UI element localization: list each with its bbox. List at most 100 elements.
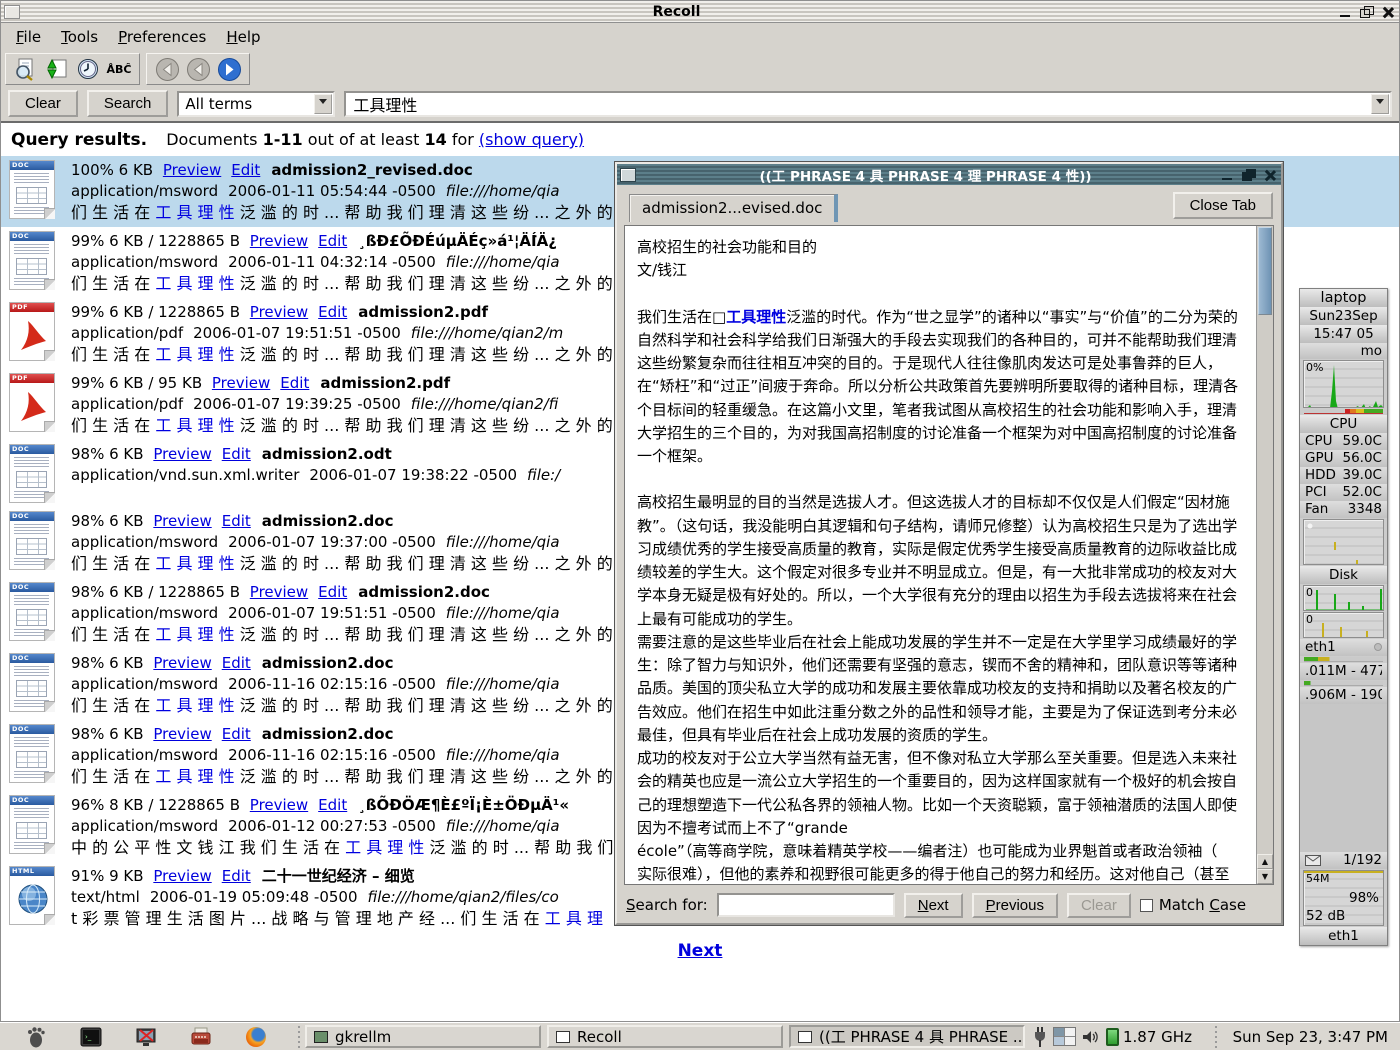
result-edit-link[interactable]: Edit — [222, 512, 251, 530]
toolbar-group-left: ÅBĈ — [5, 53, 140, 85]
history-clock-icon[interactable] — [75, 56, 101, 82]
result-preview-link[interactable]: Preview — [250, 583, 308, 601]
result-edit-link[interactable]: Edit — [231, 161, 260, 179]
power-plug-icon[interactable] — [1033, 1027, 1047, 1047]
find-previous-button[interactable]: Previous — [972, 893, 1058, 918]
preview-window-menu-icon[interactable] — [620, 168, 636, 182]
taskbar-clock[interactable]: Sun Sep 23, 3:47 PM — [1223, 1023, 1400, 1050]
result-preview-link[interactable]: Preview — [250, 796, 308, 814]
term-explorer-icon[interactable]: ÅBĈ — [106, 56, 132, 82]
result-edit-link[interactable]: Edit — [318, 583, 347, 601]
fan-chart — [1303, 519, 1384, 565]
window-task-icon — [556, 1031, 570, 1043]
gkrellm-date: Sun23Sep — [1300, 307, 1387, 325]
result-date: 2006-01-07 19:37:00 -0500 — [228, 533, 436, 551]
search-mode-value: All terms — [185, 95, 252, 113]
result-edit-link[interactable]: Edit — [222, 445, 251, 463]
next-page-icon[interactable] — [216, 56, 242, 82]
menu-tools[interactable]: Tools — [52, 25, 107, 49]
scroll-down-icon[interactable]: ▼ — [1257, 869, 1273, 884]
close-button[interactable] — [1380, 5, 1396, 19]
cpufreq-value: 1.87 GHz — [1123, 1028, 1192, 1046]
result-score: 98% 6 KB / 1228865 B — [71, 583, 245, 601]
first-page-icon[interactable] — [154, 56, 180, 82]
preview-maximize-button[interactable] — [1241, 168, 1257, 182]
sort-params-icon[interactable] — [44, 56, 70, 82]
temp-row: HDD39.0C — [1300, 467, 1387, 484]
clear-button[interactable]: Clear — [8, 90, 78, 117]
scroll-up-icon[interactable]: ▲ — [1257, 854, 1273, 869]
result-edit-link[interactable]: Edit — [222, 725, 251, 743]
preview-minimize-button[interactable] — [1220, 168, 1236, 182]
query-input[interactable]: 工具理性 — [344, 91, 1392, 117]
preview-titlebar[interactable]: ((工 PHRASE 4 具 PHRASE 4 理 PHRASE 4 性)) — [617, 164, 1281, 185]
volume-value: 52 dB — [1306, 908, 1345, 924]
search-mode-combobox[interactable]: All terms — [177, 91, 335, 117]
task-button-recoll[interactable]: Recoll — [547, 1025, 783, 1048]
menu-help[interactable]: Help — [217, 25, 269, 49]
result-preview-link[interactable]: Preview — [212, 374, 270, 392]
result-edit-link[interactable]: Edit — [222, 867, 251, 885]
result-url: file:///home/qia — [446, 253, 560, 271]
firefox-icon[interactable] — [244, 1025, 268, 1049]
preview-tabbar: admission2...evised.doc Close Tab — [617, 185, 1281, 222]
result-preview-link[interactable]: Preview — [250, 232, 308, 250]
cpufreq-icon[interactable] — [1106, 1028, 1119, 1046]
maximize-button[interactable] — [1359, 5, 1375, 19]
results-middle: out of at least — [308, 130, 420, 149]
combo-arrow-icon[interactable] — [314, 94, 332, 114]
next-page-link[interactable]: Next — [1, 941, 1399, 961]
result-edit-link[interactable]: Edit — [318, 232, 347, 250]
typewriter-icon[interactable] — [189, 1025, 213, 1049]
search-button[interactable]: Search — [87, 90, 169, 117]
result-preview-link[interactable]: Preview — [153, 654, 211, 672]
preview-tab[interactable]: admission2...evised.doc — [629, 194, 838, 222]
preview-close-button[interactable] — [1262, 168, 1278, 182]
task-button-gkrellm[interactable]: gkrellm — [305, 1025, 541, 1048]
match-case-checkbox[interactable] — [1140, 899, 1153, 912]
result-edit-link[interactable]: Edit — [222, 654, 251, 672]
result-score: 98% 6 KB — [71, 512, 148, 530]
menu-file[interactable]: File — [7, 25, 50, 49]
menu-preferences[interactable]: Preferences — [109, 25, 215, 49]
scrollbar-thumb[interactable] — [1258, 227, 1272, 315]
task-button-label: ((工 PHRASE 4 具 PHRASE ... — [819, 1026, 1025, 1047]
find-input[interactable] — [717, 893, 895, 917]
result-preview-link[interactable]: Preview — [153, 445, 211, 463]
result-preview-link[interactable]: Preview — [153, 867, 211, 885]
result-edit-link[interactable]: Edit — [318, 303, 347, 321]
result-url: file:///home/qia — [446, 604, 560, 622]
show-query-link[interactable]: (show query) — [479, 130, 584, 149]
result-edit-link[interactable]: Edit — [280, 374, 309, 392]
recoll-titlebar[interactable]: Recoll — [1, 1, 1399, 23]
result-edit-link[interactable]: Edit — [318, 796, 347, 814]
preview-scrollbar[interactable]: ▲ ▼ — [1256, 226, 1273, 884]
close-tab-button[interactable]: Close Tab — [1173, 192, 1273, 219]
result-preview-link[interactable]: Preview — [153, 512, 211, 530]
result-preview-link[interactable]: Preview — [153, 725, 211, 743]
match-case-option[interactable]: Match Case — [1140, 896, 1246, 914]
terminal-icon[interactable]: ›_ — [79, 1025, 103, 1049]
minimize-button[interactable] — [1338, 5, 1354, 19]
volume-icon[interactable] — [1082, 1029, 1100, 1045]
query-history-arrow-icon[interactable] — [1371, 94, 1389, 114]
result-preview-link[interactable]: Preview — [250, 303, 308, 321]
clock-handle[interactable] — [1213, 1026, 1220, 1048]
screenshot-icon[interactable] — [134, 1025, 158, 1049]
result-url: file:///home/qian2/m — [411, 324, 563, 342]
result-url: file:///home/qia — [446, 817, 560, 835]
find-clear-button[interactable]: Clear — [1067, 893, 1131, 918]
task-button-phrase4phrase[interactable]: ((工 PHRASE 4 具 PHRASE ... — [789, 1025, 1025, 1048]
result-date: 2006-11-16 02:15:16 -0500 — [228, 746, 436, 764]
gnome-foot-icon[interactable] — [24, 1025, 48, 1049]
advanced-search-icon[interactable] — [13, 56, 39, 82]
gkrellm-panel[interactable]: laptop Sun23Sep 15:47 05 mo 0% CPU CPU59… — [1299, 288, 1388, 946]
taskbar-handle[interactable] — [295, 1026, 302, 1048]
find-next-button[interactable]: Next — [904, 893, 963, 918]
window-menu-icon[interactable] — [4, 5, 20, 19]
workspace-pager[interactable] — [1053, 1027, 1076, 1046]
task-button-label: gkrellm — [335, 1028, 391, 1046]
prev-page-icon[interactable] — [185, 56, 211, 82]
result-preview-link[interactable]: Preview — [163, 161, 221, 179]
result-url: file:///home/qia — [446, 675, 560, 693]
